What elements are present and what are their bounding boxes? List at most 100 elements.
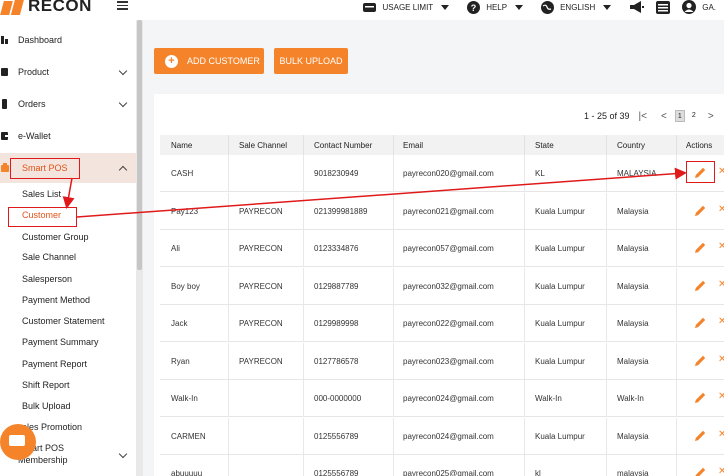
table-row[interactable]: Walk-In 000-0000000 payrecon024@gmail.com W… <box>160 380 724 417</box>
sidebar-subitem-shift-report[interactable]: Shift Report <box>22 380 70 390</box>
usage-limit-icon <box>362 2 376 12</box>
table-cell: abuuuuu <box>171 469 203 476</box>
table-row[interactable]: Jack PAYRECON 0129989998 payrecon022@gmail.… <box>160 305 724 342</box>
table-cell: 000-0000000 <box>314 394 362 403</box>
sidebar-subitem-payment-summary[interactable]: Payment Summary <box>22 337 99 347</box>
sidebar-subitem-payment-report[interactable]: Payment Report <box>22 359 87 369</box>
edit-pencil-icon[interactable] <box>693 316 707 330</box>
sidebar-item-dashboard[interactable]: Dashboard <box>0 25 136 55</box>
table-cell: CARMEN <box>171 431 206 441</box>
table-cell: malaysia <box>617 469 649 476</box>
table-cell: PAYRECON <box>239 356 283 366</box>
sidebar-subitem-sale-channel[interactable]: Sale Channel <box>22 252 76 262</box>
delete-icon[interactable]: ✕ <box>718 354 724 365</box>
table-row[interactable]: Ali PAYRECON 0123334876 payrecon057@gmail.c… <box>160 230 724 267</box>
edit-pencil-icon[interactable] <box>693 391 707 405</box>
edit-pencil-icon[interactable] <box>693 279 707 293</box>
chevron-down-icon <box>441 4 450 10</box>
prev-page-icon[interactable]: < <box>661 111 667 122</box>
chevron-up-icon <box>118 165 128 175</box>
delete-icon[interactable]: ✕ <box>718 204 724 215</box>
chat-button[interactable] <box>0 424 36 460</box>
sidebar-item-product[interactable]: Product <box>0 57 136 87</box>
sidebar-subitem-customer-group[interactable]: Customer Group <box>22 232 89 242</box>
page-1-button[interactable]: 1 <box>674 110 685 122</box>
column-header[interactable]: Contact Number <box>314 141 372 150</box>
sidebar-subitem-sales-list[interactable]: Sales List <box>22 189 61 199</box>
table-cell: Kuala Lumpur <box>535 244 585 253</box>
table-row[interactable]: abuuuuu 0125556789 payrecon025@gmail.com kl… <box>160 455 724 476</box>
delete-icon[interactable]: ✕ <box>718 466 724 476</box>
column-header[interactable]: Email <box>403 141 423 150</box>
sidebar-subitem-payment-method[interactable]: Payment Method <box>22 295 90 305</box>
sidebar-subitem-salesperson[interactable]: Salesperson <box>22 274 72 284</box>
table-cell: PAYRECON <box>239 244 283 253</box>
table-row[interactable]: CASH 9018230949 payrecon020@gmail.com KL MAL… <box>160 155 724 192</box>
next-page-icon[interactable]: > <box>708 111 714 122</box>
usage-limit-menu[interactable]: USAGE LIMIT <box>362 2 450 13</box>
edit-pencil-icon[interactable] <box>693 466 707 476</box>
sidebar-subitem-customer-statement[interactable]: Customer Statement <box>22 316 105 326</box>
pagination: 1 - 25 of 39 |< < 1 2 > <box>584 110 714 122</box>
column-header[interactable]: Name <box>171 141 192 150</box>
bulk-upload-button[interactable]: BULK UPLOAD <box>274 48 348 74</box>
table-cell: Kuala Lumpur <box>535 281 585 291</box>
sidebar-item-ewallet[interactable]: e-Wallet <box>0 121 136 151</box>
delete-icon[interactable]: ✕ <box>718 391 724 402</box>
table-cell: kl <box>535 469 541 476</box>
chevron-down-icon <box>603 4 612 10</box>
table-cell: Kuala Lumpur <box>535 319 585 328</box>
edit-pencil-icon[interactable] <box>693 429 707 443</box>
table-cell: MALAYSIA <box>617 169 657 178</box>
table-cell: Malaysia <box>617 356 649 366</box>
column-header[interactable]: Sale Channel <box>239 141 287 150</box>
help-label: HELP <box>486 2 508 12</box>
table-row[interactable]: Ryan PAYRECON 0127786578 payrecon023@gmail.… <box>160 342 724 380</box>
store-icon[interactable] <box>656 0 671 14</box>
table-cell: Ryan <box>171 356 190 366</box>
page-2-button[interactable]: 2 <box>689 110 699 122</box>
column-header: Actions <box>686 141 713 150</box>
megaphone-icon[interactable] <box>629 1 645 13</box>
table-cell: payrecon024@gmail.com <box>403 394 494 403</box>
menu-toggle-icon[interactable] <box>117 1 128 10</box>
delete-icon[interactable]: ✕ <box>718 429 724 440</box>
table-cell: Malaysia <box>617 319 649 328</box>
chevron-down-icon <box>118 98 128 108</box>
table-cell: Kuala Lumpur <box>535 206 585 216</box>
edit-pencil-icon[interactable] <box>693 354 707 368</box>
user-menu[interactable]: GA. <box>682 0 716 14</box>
delete-icon[interactable]: ✕ <box>718 166 724 177</box>
table-cell: CASH <box>171 169 194 178</box>
table-row[interactable]: Boy boy PAYRECON 0129887789 payrecon032@gma… <box>160 267 724 305</box>
table-cell: Ali <box>171 244 180 253</box>
table-cell: PAYRECON <box>239 206 283 216</box>
first-page-icon[interactable]: |< <box>639 111 647 122</box>
table-cell: KL <box>535 169 545 178</box>
edit-pencil-icon[interactable] <box>693 204 707 218</box>
table-cell: payrecon024@gmail.com <box>403 431 494 441</box>
edit-pencil-icon[interactable] <box>693 241 707 255</box>
table-cell: Kuala Lumpur <box>535 431 585 441</box>
table-cell: payrecon057@gmail.com <box>403 244 494 253</box>
table-cell: 0125556789 <box>314 431 359 441</box>
language-menu[interactable]: ENGLISH <box>541 0 612 14</box>
table-row[interactable]: CARMEN 0125556789 payrecon024@gmail.com Kua… <box>160 417 724 455</box>
delete-icon[interactable]: ✕ <box>718 241 724 252</box>
chevron-down-icon <box>515 4 524 10</box>
delete-icon[interactable]: ✕ <box>718 316 724 327</box>
user-name: GA. <box>702 2 716 12</box>
table-row[interactable]: Pay123 PAYRECON 021399981889 payrecon021@gm… <box>160 192 724 230</box>
table-cell: payrecon023@gmail.com <box>403 356 494 366</box>
table-cell: Malaysia <box>617 281 649 291</box>
column-header[interactable]: State <box>535 141 554 150</box>
table-cell: PAYRECON <box>239 319 283 328</box>
add-customer-button[interactable]: + ADD CUSTOMER <box>154 48 264 74</box>
help-menu[interactable]: ? HELP <box>467 0 524 14</box>
sidebar-subitem-bulk-upload[interactable]: Bulk Upload <box>22 401 71 411</box>
brand-logo[interactable]: RECON <box>0 0 92 18</box>
delete-icon[interactable]: ✕ <box>718 279 724 290</box>
sidebar-item-orders[interactable]: Orders <box>0 89 136 119</box>
column-header[interactable]: Country <box>617 141 645 150</box>
sidebar-scrollbar[interactable] <box>136 20 143 476</box>
